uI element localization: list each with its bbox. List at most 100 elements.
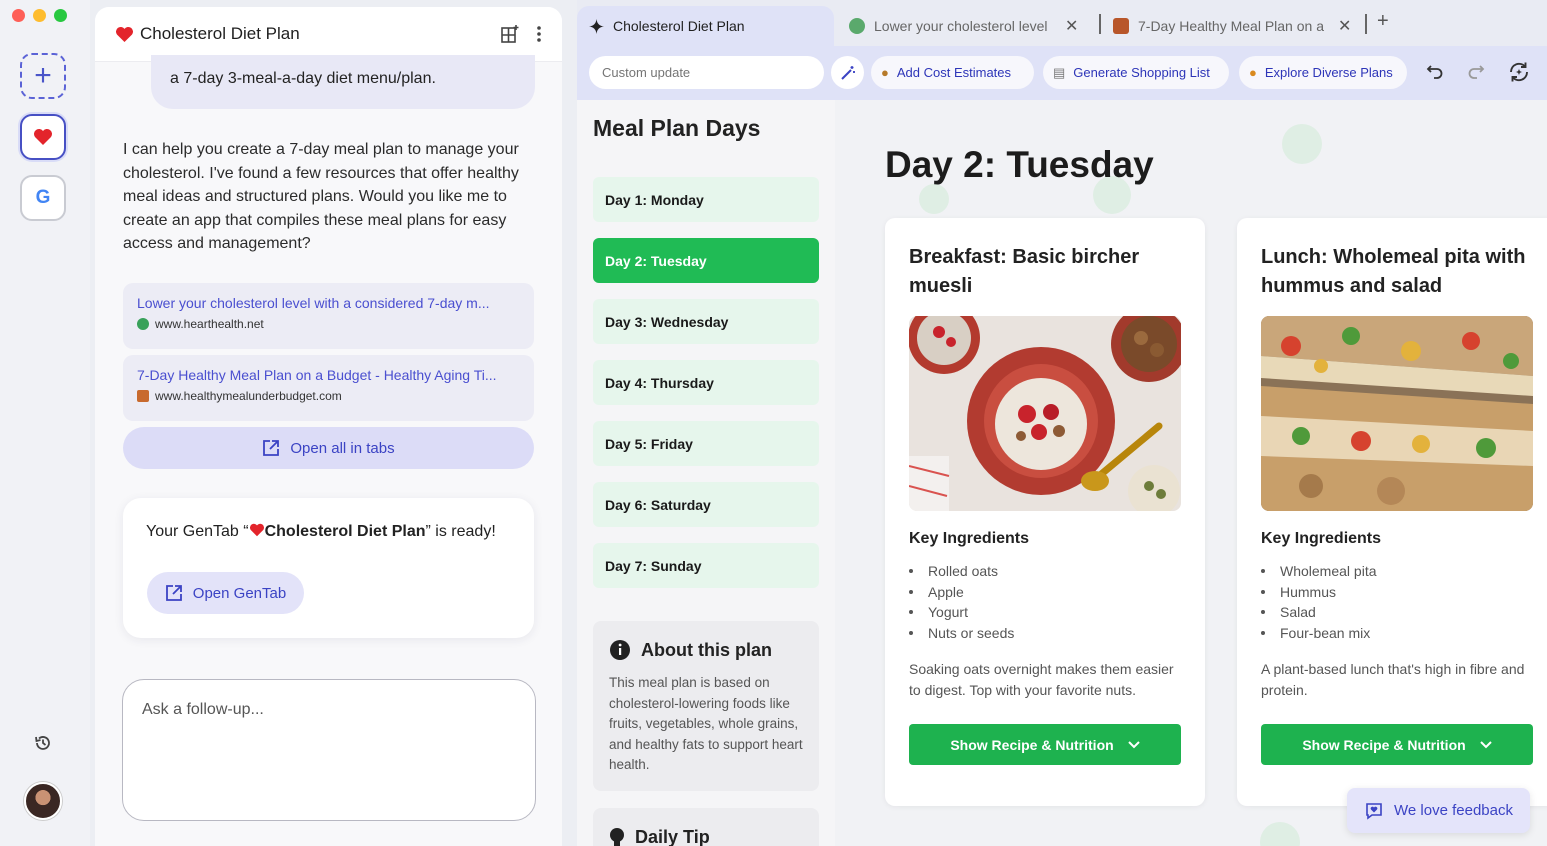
about-title: About this plan [641, 639, 772, 660]
decorative-leaf [1260, 822, 1300, 846]
minimize-window-button[interactable] [33, 9, 46, 22]
show-recipe-button[interactable]: Show Recipe & Nutrition [909, 724, 1181, 765]
source-title: Lower your cholesterol level with a cons… [137, 295, 490, 311]
custom-update-input[interactable] [589, 56, 824, 89]
history-icon [35, 736, 50, 750]
new-chat-button[interactable]: + [20, 53, 66, 99]
magic-wand-icon [840, 65, 855, 80]
history-button[interactable] [33, 733, 53, 758]
meal-description: A plant-based lunch that's high in fibre… [1261, 661, 1525, 698]
meal-title: Lunch: Wholemeal pita with hummus and sa… [1261, 246, 1526, 297]
key-ingredients-heading: Key Ingredients [1261, 530, 1382, 547]
refresh-button[interactable] [1507, 60, 1531, 84]
pita-photo [1261, 316, 1533, 511]
more-options-button[interactable] [536, 25, 542, 43]
muesli-photo [909, 316, 1181, 511]
source-card[interactable]: 7-Day Healthy Meal Plan on a Budget - He… [123, 355, 534, 421]
about-plan-card: About this plan This meal plan is based … [593, 621, 819, 791]
maximize-window-button[interactable] [54, 9, 67, 22]
browser-window: Cholesterol Diet Plan Lower your cholest… [577, 0, 1547, 846]
lunch-pita-image [1261, 316, 1533, 511]
day-item-friday[interactable]: Day 5: Friday [593, 421, 819, 466]
window-controls [12, 9, 67, 22]
heart-icon [34, 129, 52, 145]
google-button[interactable]: G [20, 175, 66, 221]
add-cost-estimates-button[interactable]: ● Add Cost Estimates [871, 56, 1034, 89]
undo-icon [1426, 65, 1443, 79]
day-item-thursday[interactable]: Day 4: Thursday [593, 360, 819, 405]
meal-plan-days-sidebar: Meal Plan Days Day 1: Monday Day 2: Tues… [577, 100, 835, 846]
chevron-down-icon [1479, 740, 1492, 748]
open-gentab-button[interactable]: Open GenTab [147, 572, 304, 614]
tab-label: 7-Day Healthy Meal Plan on a [1138, 18, 1324, 34]
feedback-button[interactable]: We love feedback [1347, 788, 1530, 833]
source-card[interactable]: Lower your cholesterol level with a cons… [123, 283, 534, 349]
ingredient-item: Four-bean mix [1261, 623, 1377, 644]
meal-description: Soaking oats overnight makes them easier… [909, 661, 1174, 698]
magic-wand-button[interactable] [831, 56, 864, 89]
key-ingredients-heading: Key Ingredients [909, 530, 1030, 547]
assistant-message: I can help you create a 7-day meal plan … [123, 141, 519, 252]
cart-icon: ▤ [1053, 64, 1066, 80]
day-heading: Day 2: Tuesday [885, 144, 1154, 185]
days-title: Meal Plan Days [593, 115, 761, 141]
meal-title: Breakfast: Basic bircher muesli [909, 246, 1140, 297]
undo-button[interactable] [1426, 62, 1444, 80]
show-recipe-button[interactable]: Show Recipe & Nutrition [1261, 724, 1533, 765]
meal-card-breakfast: Breakfast: Basic bircher muesli Key Ingr… [885, 218, 1205, 806]
ingredient-item: Nuts or seeds [909, 623, 1014, 644]
day-item-wednesday[interactable]: Day 3: Wednesday [593, 299, 819, 344]
tab-separator [1099, 14, 1101, 34]
explore-diverse-plans-button[interactable]: ● Explore Diverse Plans [1239, 56, 1407, 89]
decorative-leaf [1282, 124, 1322, 164]
heart-gentab-button[interactable] [20, 114, 66, 160]
day-item-monday[interactable]: Day 1: Monday [593, 177, 819, 222]
heart-icon [116, 26, 133, 42]
source-title: 7-Day Healthy Meal Plan on a Budget - He… [137, 367, 497, 383]
gentab-ready-card: Your GenTab “Cholesterol Diet Plan” is r… [123, 498, 534, 638]
ingredients-list: Rolled oats Apple Yogurt Nuts or seeds [909, 561, 1014, 643]
about-body: This meal plan is based on cholesterol-l… [609, 675, 803, 772]
day-item-sunday[interactable]: Day 7: Sunday [593, 543, 819, 588]
breakfast-muesli-image [909, 316, 1181, 511]
new-tab-button[interactable]: + [1377, 10, 1389, 33]
generate-shopping-list-button[interactable]: ▤ Generate Shopping List [1043, 56, 1229, 89]
ingredient-item: Salad [1261, 602, 1377, 623]
redo-icon [1468, 65, 1485, 79]
ingredient-item: Apple [909, 582, 1014, 603]
tab-label: Lower your cholesterol level w [874, 18, 1051, 34]
google-icon: G [35, 187, 51, 208]
day-item-tuesday[interactable]: Day 2: Tuesday [593, 238, 819, 283]
ingredient-item: Rolled oats [909, 561, 1014, 582]
user-avatar[interactable] [24, 782, 62, 820]
tab-separator [1365, 14, 1367, 34]
money-bag-icon: ● [881, 65, 889, 80]
tab-bar: Cholesterol Diet Plan Lower your cholest… [577, 0, 1547, 46]
open-gentab-label: Open GenTab [192, 584, 287, 602]
close-tab-icon[interactable]: ✕ [1338, 16, 1351, 36]
day-detail: Day 2: Tuesday Breakfast: Basic bircher … [835, 100, 1547, 846]
followup-input[interactable]: Ask a follow-up... [122, 679, 536, 821]
ingredient-item: Yogurt [909, 602, 1014, 623]
ingredient-item: Hummus [1261, 582, 1377, 603]
redo-button[interactable] [1467, 62, 1485, 80]
left-rail: + G [0, 0, 90, 846]
heart-chat-icon [1366, 802, 1382, 820]
open-all-tabs-button[interactable]: Open all in tabs [123, 427, 534, 469]
chevron-down-icon [1127, 740, 1140, 748]
globe-icon [849, 18, 865, 34]
chat-title: Cholesterol Diet Plan [140, 24, 300, 43]
gentab-ready-text: Your GenTab “Cholesterol Diet Plan” is r… [146, 523, 496, 540]
tab-7-day-meal-plan[interactable]: 7-Day Healthy Meal Plan on a ✕ [1113, 6, 1363, 46]
open-external-icon [263, 440, 280, 456]
decorative-leaf [919, 184, 949, 214]
tab-label: Cholesterol Diet Plan [613, 18, 745, 34]
tab-lower-cholesterol[interactable]: Lower your cholesterol level w ✕ [849, 6, 1087, 46]
site-icon [1113, 18, 1129, 34]
chat-header: Cholesterol Diet Plan [95, 7, 562, 62]
tab-cholesterol-diet-plan[interactable]: Cholesterol Diet Plan [577, 6, 834, 46]
close-window-button[interactable] [12, 9, 25, 22]
add-to-workspace-button[interactable] [500, 24, 520, 44]
day-item-saturday[interactable]: Day 6: Saturday [593, 482, 819, 527]
close-tab-icon[interactable]: ✕ [1065, 16, 1078, 36]
